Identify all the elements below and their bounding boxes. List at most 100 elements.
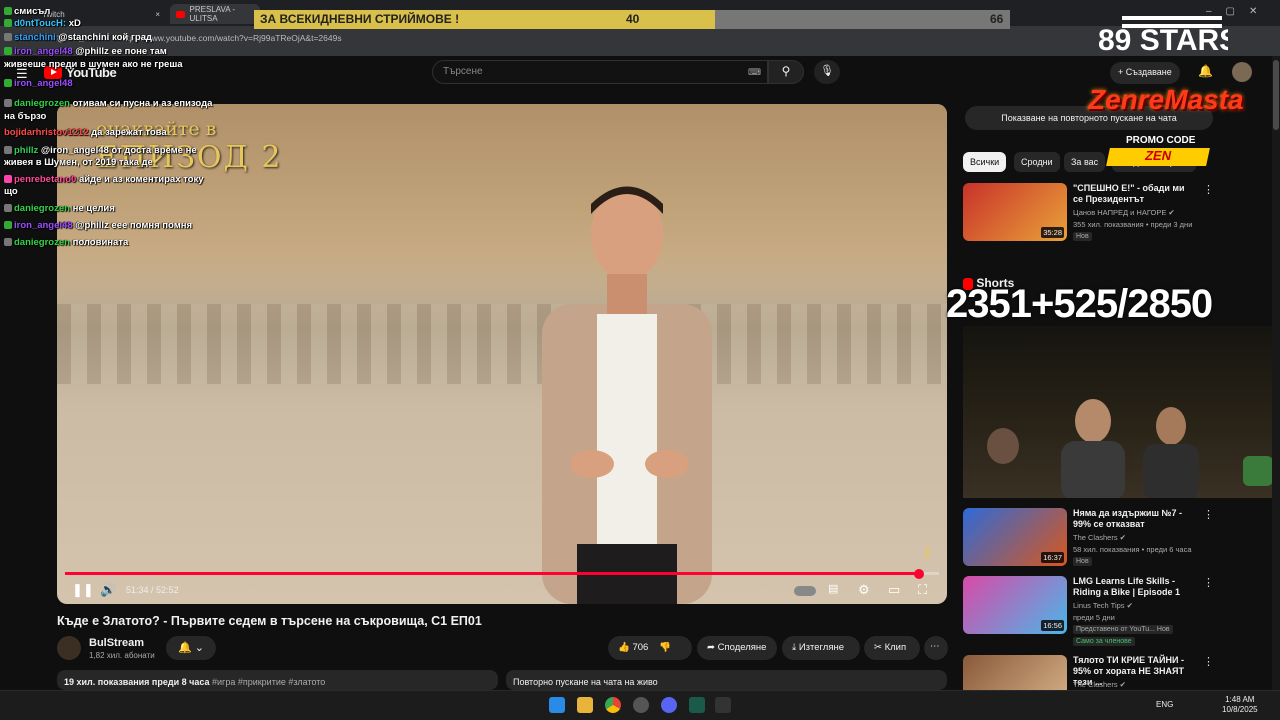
chat-username[interactable]: iron_angel48 <box>14 220 75 231</box>
chat-username[interactable]: iron_angel48 <box>14 46 75 57</box>
more-options-icon[interactable]: ⋮ <box>1203 576 1214 589</box>
more-options-icon[interactable]: ⋮ <box>1203 183 1214 196</box>
video-duration: 16:56 <box>1041 620 1064 631</box>
chat-badge-icon <box>4 47 12 56</box>
volume-icon[interactable]: 🔊 <box>100 582 116 598</box>
settings-gear-icon[interactable]: ⚙ <box>858 582 870 598</box>
chat-username[interactable]: daniegrozen <box>14 237 73 248</box>
more-options-icon[interactable]: ⋮ <box>1203 655 1214 668</box>
channel-name[interactable]: BulStream <box>89 637 144 649</box>
recommendation-thumbnail[interactable]: 16:37 <box>963 508 1067 566</box>
recommendation-channel[interactable]: The Clashers ✔ <box>1073 533 1126 542</box>
clip-button[interactable]: ✂ Клип <box>864 636 920 660</box>
chrome-icon[interactable] <box>605 697 621 713</box>
autoplay-toggle[interactable] <box>794 586 816 596</box>
video-background-rocks <box>57 304 947 384</box>
chat-badge-icon <box>4 175 12 184</box>
chat-username[interactable]: iron_angel48 <box>14 78 73 89</box>
time-current: 51:34 <box>126 585 149 595</box>
recommendation-item[interactable]: 35:28 "СПЕШНО Е!" - обади ми се Президент… <box>963 183 1214 245</box>
chat-text: @phillz ее поне там <box>75 46 167 57</box>
chat-message: bojidarhristov1212 да зарежат това <box>4 127 167 138</box>
app-icon[interactable] <box>689 697 705 713</box>
subscribed-bell-button[interactable]: 🔔 ⌄ <box>166 636 216 660</box>
time-total: 52:52 <box>156 585 179 595</box>
description-box[interactable]: 19 хил. показвания преди 8 часа #игра #п… <box>57 670 498 690</box>
tab-preslava[interactable]: PRESLAVA - ULITSA <box>170 4 260 24</box>
like-button[interactable]: 👍 706 👎 <box>608 636 692 660</box>
download-button[interactable]: ⤓ Изтегляне <box>782 636 860 660</box>
fullscreen-icon[interactable]: ⛶ <box>918 582 927 598</box>
more-options-icon[interactable]: ⋮ <box>1203 508 1214 521</box>
search-button[interactable]: ⚲ <box>768 60 804 84</box>
recommendation-title[interactable]: "СПЕШНО Е!" - обади ми се Президентът <box>1073 183 1193 205</box>
chat-username[interactable]: phillz <box>14 145 41 156</box>
recommendation-item[interactable]: 16:56 LMG Learns Life Skills - Riding a B… <box>963 576 1214 646</box>
theater-mode-icon[interactable]: ▭ <box>888 582 900 598</box>
chat-text: @stanchini кой град <box>58 32 152 43</box>
terminal-icon[interactable] <box>715 697 731 713</box>
subtitles-icon[interactable]: ▤ <box>828 582 838 595</box>
obs-icon[interactable] <box>633 697 649 713</box>
chat-text: не целия <box>72 203 115 214</box>
scissors-icon: ✂ <box>874 642 882 653</box>
video-title: Къде е Златото? - Първите седем в търсен… <box>57 614 482 628</box>
download-icon: ⤓ <box>792 642 797 653</box>
chat-username[interactable]: stanchini <box>14 32 58 43</box>
chip-all[interactable]: Всички <box>963 152 1007 172</box>
chat-badge-icon <box>4 79 12 88</box>
recommendation-item[interactable]: 16:37 Няма да издържиш №7 - 99% се отказв… <box>963 508 1214 570</box>
chat-username[interactable]: daniegrozen <box>14 98 73 109</box>
voice-search-button[interactable]: 🎙 <box>814 60 840 84</box>
chat-username[interactable]: penrebetano0 <box>14 174 79 185</box>
recommendation-meta: преди 5 дни <box>1073 613 1115 622</box>
mic-icon: 🎙 <box>820 65 834 77</box>
close-icon[interactable]: × <box>155 10 160 19</box>
chat-message: daniegrozen не целия <box>4 203 115 214</box>
share-button[interactable]: ➦ Споделяне <box>697 636 777 660</box>
members-only-badge: Само за членове <box>1073 637 1135 646</box>
system-clock[interactable]: 1:48 AM 10/8/2025 <box>1222 695 1258 715</box>
recommendation-channel[interactable]: The Clashers ✔ <box>1073 680 1126 689</box>
search-input[interactable]: Търсене <box>432 60 768 84</box>
chat-message: що <box>4 186 18 197</box>
chat-username[interactable]: daniegrozen <box>14 203 73 214</box>
video-duration: 16:37 <box>1041 552 1064 563</box>
more-actions-button[interactable]: ⋯ <box>924 636 948 660</box>
recommendation-channel[interactable]: Цанов НАПРЕД и НАГОРЕ ✔ <box>1073 208 1175 217</box>
scrollbar-thumb[interactable] <box>1273 60 1279 130</box>
shorts-thumbnail[interactable] <box>963 326 1280 498</box>
scrubber-handle[interactable] <box>913 569 924 579</box>
chat-text: @phillz еее помня помня <box>75 220 193 231</box>
promo-label: PROMO CODE <box>1126 135 1196 146</box>
notifications-bell-icon[interactable]: 🔔 <box>1198 64 1213 78</box>
chat-username[interactable]: d0ntTouсH: <box>14 18 69 29</box>
chat-username[interactable]: смисъл <box>14 6 50 17</box>
language-indicator[interactable]: ENG <box>1156 700 1173 709</box>
url-text[interactable]: https://www.youtube.com/watch?v=Rj99aTRe… <box>120 33 342 43</box>
pause-icon[interactable]: ❚❚ <box>72 582 94 598</box>
recommendation-thumbnail[interactable]: 16:56 <box>963 576 1067 634</box>
create-button[interactable]: + Създаване <box>1110 62 1180 84</box>
thumbs-up-icon: 👍 <box>618 642 630 653</box>
thumbs-down-icon[interactable]: 👎 <box>659 642 671 653</box>
discord-icon[interactable] <box>661 697 677 713</box>
recommendation-channel[interactable]: Linus Tech Tips ✔ <box>1073 601 1133 610</box>
goal-target: 66 <box>990 12 1004 26</box>
scrollbar[interactable] <box>1272 56 1280 690</box>
replay-chat-button[interactable]: Повторно пускане на чата на живо <box>506 670 947 690</box>
recommendation-title[interactable]: LMG Learns Life Skills - Riding a Bike |… <box>1073 576 1193 598</box>
avatar[interactable] <box>1232 62 1252 82</box>
chip-related[interactable]: Сродни <box>1014 152 1060 172</box>
windows-start-icon[interactable] <box>549 697 565 713</box>
keyboard-icon[interactable]: ⌨ <box>748 67 761 78</box>
file-explorer-icon[interactable] <box>577 697 593 713</box>
hashtags[interactable]: #игра #прикритие #златото <box>212 677 325 687</box>
chip-for-you[interactable]: За вас <box>1064 152 1106 172</box>
channel-avatar[interactable] <box>57 636 81 660</box>
chat-username[interactable]: bojidarhristov1212 <box>4 127 91 138</box>
recommendation-title[interactable]: Няма да издържиш №7 - 99% се отказват <box>1073 508 1193 530</box>
chat-message: iron_angel48 @phillz ее поне там <box>4 46 167 57</box>
chat-message: смисъл <box>4 6 50 17</box>
recommendation-thumbnail[interactable]: 35:28 <box>963 183 1067 241</box>
